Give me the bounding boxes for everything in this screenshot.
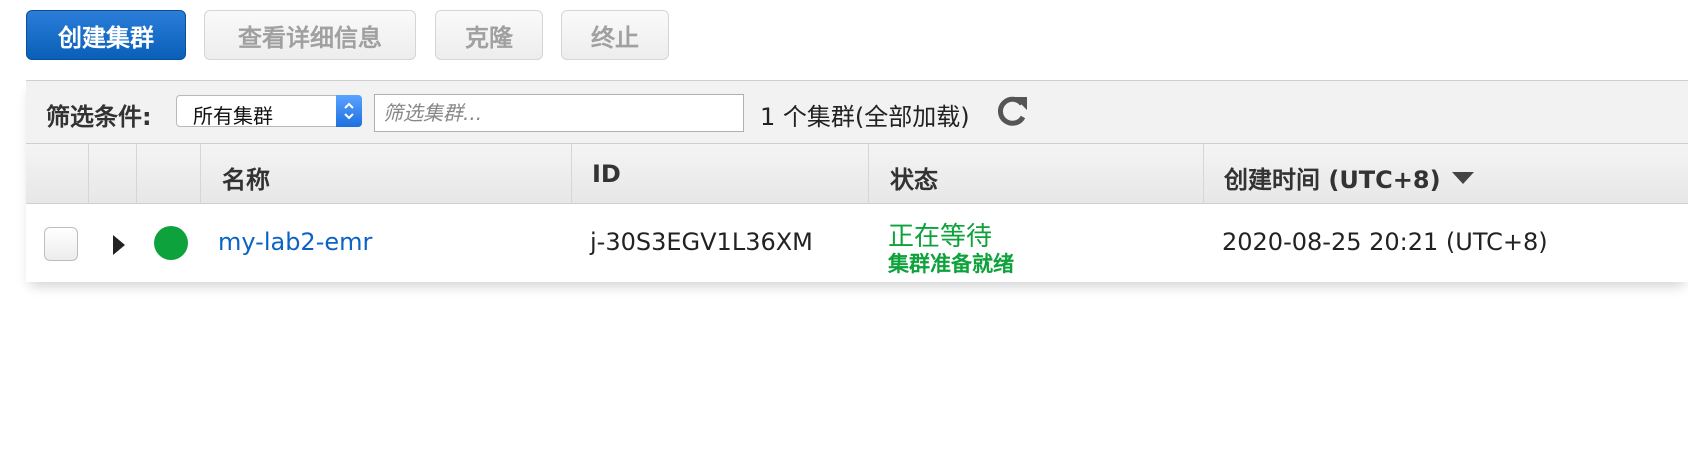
cluster-filter-select[interactable]: 所有集群 — [176, 95, 362, 128]
select-chevron-icon — [336, 95, 362, 127]
cluster-created-time: 2020-08-25 20:21 (UTC+8) — [1222, 228, 1548, 256]
table-row[interactable]: my-lab2-emr j-30S3EGV1L36XM 正在等待 集群准备就绪 … — [26, 204, 1688, 282]
expand-arrow-icon[interactable] — [113, 235, 125, 255]
column-separator — [571, 144, 572, 204]
clone-button[interactable]: 克隆 — [435, 10, 543, 60]
refresh-icon[interactable] — [994, 93, 1030, 129]
header-status[interactable]: 状态 — [890, 160, 938, 195]
column-separator — [868, 144, 869, 204]
table-header: 名称 ID 状态 创建时间 (UTC+8) — [26, 144, 1688, 204]
header-name[interactable]: 名称 — [222, 160, 270, 195]
header-created[interactable]: 创建时间 (UTC+8) — [1224, 160, 1441, 195]
view-details-button[interactable]: 查看详细信息 — [204, 10, 416, 60]
sort-down-icon[interactable] — [1452, 172, 1474, 184]
column-separator — [1203, 144, 1204, 204]
emr-cluster-list: 创建集群 查看详细信息 克隆 终止 筛选条件: 所有集群 1 个集群(全部加载) — [0, 0, 1688, 456]
cluster-id: j-30S3EGV1L36XM — [590, 228, 813, 256]
cluster-count: 1 个集群(全部加载) — [760, 103, 970, 131]
header-id[interactable]: ID — [592, 160, 621, 188]
cluster-name-link[interactable]: my-lab2-emr — [218, 228, 372, 256]
row-checkbox[interactable] — [44, 227, 78, 261]
status-dot-icon — [154, 226, 188, 260]
cluster-table: 筛选条件: 所有集群 1 个集群(全部加载) — [26, 80, 1688, 282]
column-separator — [200, 144, 201, 204]
filter-bar: 筛选条件: 所有集群 1 个集群(全部加载) — [26, 80, 1688, 144]
filter-label: 筛选条件: — [46, 103, 152, 131]
terminate-button[interactable]: 终止 — [561, 10, 669, 60]
select-value: 所有集群 — [193, 104, 273, 128]
cluster-status-detail: 集群准备就绪 — [888, 252, 1014, 276]
cluster-search-input[interactable] — [374, 94, 744, 132]
column-separator — [136, 144, 137, 204]
create-cluster-button[interactable]: 创建集群 — [26, 10, 186, 60]
column-separator — [88, 144, 89, 204]
